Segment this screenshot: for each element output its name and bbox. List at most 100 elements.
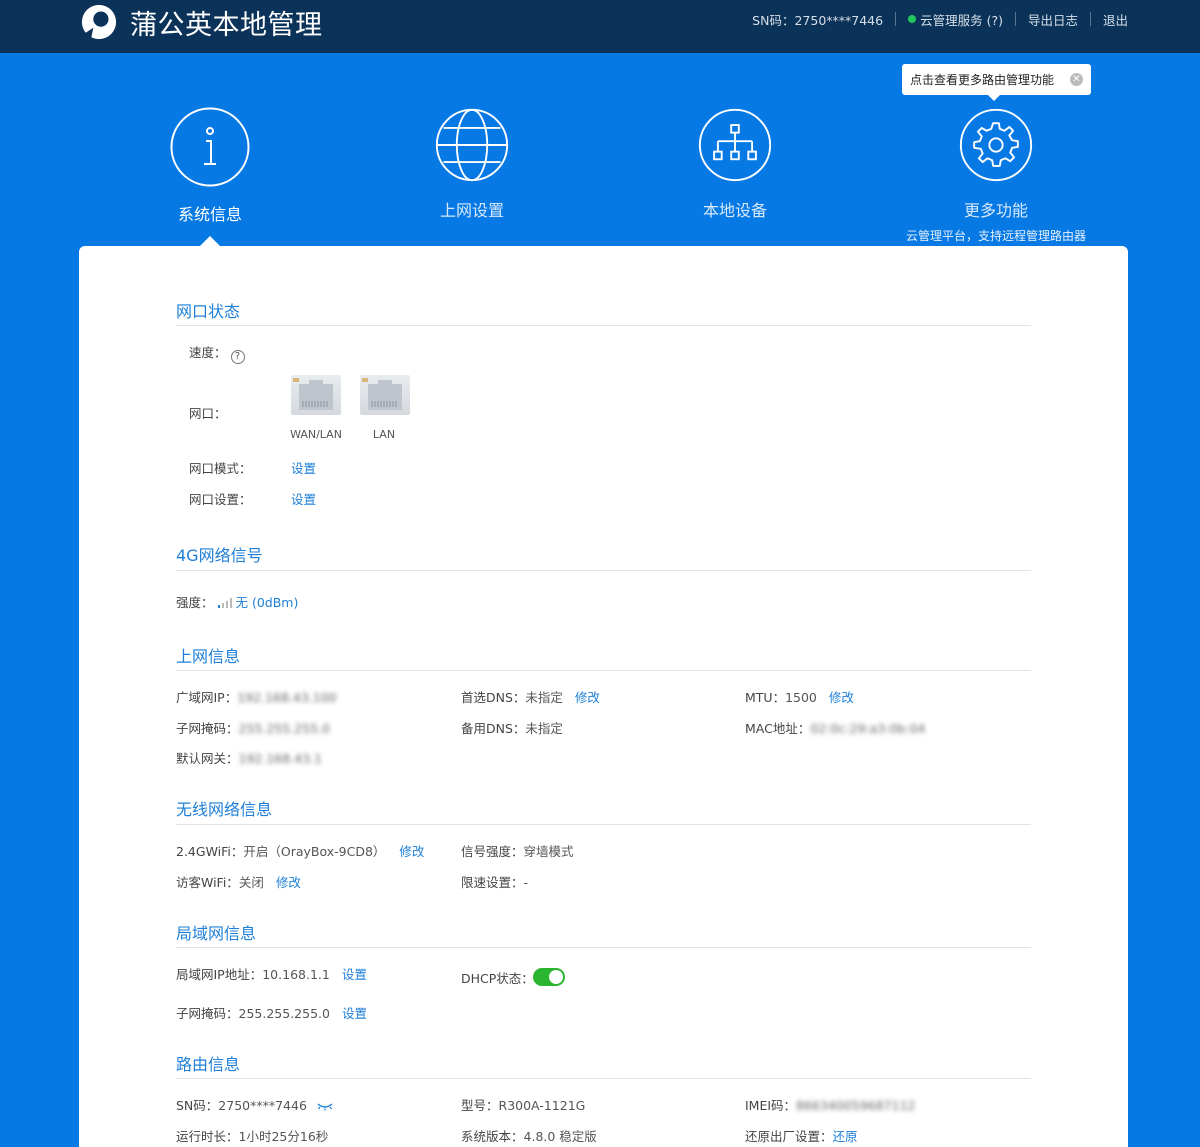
mac-value: 02:0c:29:a3:0b:04 <box>810 721 926 736</box>
port-mode-settings-link[interactable]: 设置 <box>291 458 316 477</box>
mtu-value: 1500 <box>785 690 817 705</box>
primary-dns-edit-link[interactable]: 修改 <box>575 690 600 705</box>
export-log-link[interactable]: 导出日志 <box>1028 10 1078 29</box>
imei-label: IMEI码： <box>745 1098 797 1113</box>
signal-bars-icon <box>217 598 232 608</box>
nav-local-devices[interactable]: 本地设备 <box>635 107 835 221</box>
mtu-edit-link[interactable]: 修改 <box>829 690 854 705</box>
port-mode-label: 网口模式： <box>189 461 252 476</box>
dandelion-logo-icon <box>81 4 117 40</box>
logout-link[interactable]: 退出 <box>1103 10 1128 29</box>
cloud-service-label: 云管理服务 (?) <box>920 12 1003 28</box>
wifi24-label: 2.4GWiFi： <box>176 844 244 859</box>
tooltip-text: 点击查看更多路由管理功能 <box>910 73 1055 87</box>
eye-icon[interactable] <box>317 1101 333 1111</box>
version-value: 4.8.0 稳定版 <box>523 1129 597 1144</box>
uptime-value: 1小时25分16秒 <box>238 1129 329 1144</box>
wan-ip-value: 192.168.43.100 <box>237 690 337 705</box>
lan-ip-row: 局域网IP地址：10.168.1.1 设置 <box>176 964 367 983</box>
dhcp-label: DHCP状态： <box>461 971 534 986</box>
model-value: R300A-1121G <box>498 1098 586 1113</box>
subnet-label: 子网掩码： <box>176 721 239 736</box>
app-title: 蒲公英本地管理 <box>130 9 323 41</box>
lan-ip-settings-link[interactable]: 设置 <box>342 967 367 982</box>
section-divider <box>176 570 1031 571</box>
signal-strength-value: 无 (0dBm) <box>235 595 299 610</box>
model-label: 型号： <box>461 1098 499 1113</box>
top-bar: 蒲公英本地管理 SN码：2750****7446 云管理服务 (?) 导出日志 … <box>0 0 1200 53</box>
nav-label: 系统信息 <box>177 205 242 224</box>
router-sn-value: 2750****7446 <box>218 1098 307 1113</box>
online-status-icon <box>908 15 917 23</box>
dhcp-toggle[interactable] <box>533 968 565 986</box>
mac-row: MAC地址：02:0c:29:a3:0b:04 <box>745 718 925 737</box>
speed-row: 速度：? <box>189 342 245 364</box>
port-settings-link[interactable]: 设置 <box>291 489 316 508</box>
port-settings-label: 网口设置： <box>189 492 252 507</box>
lan-ip-value: 10.168.1.1 <box>262 967 330 982</box>
section-divider <box>176 1078 1031 1079</box>
primary-dns-label: 首选DNS： <box>461 690 526 705</box>
secondary-dns-value: 未指定 <box>525 721 563 736</box>
section-title-wireless-info: 无线网络信息 <box>176 800 273 819</box>
section-title-lan-info: 局域网信息 <box>176 924 257 943</box>
lan-subnet-label: 子网掩码： <box>176 1006 239 1021</box>
cloud-service-link[interactable]: 云管理服务 (?) <box>908 10 1003 29</box>
ethernet-port-icon <box>362 378 402 410</box>
primary-dns-value: 未指定 <box>525 690 563 705</box>
secondary-dns-label: 备用DNS： <box>461 721 526 736</box>
section-title-4g-signal: 4G网络信号 <box>176 546 263 565</box>
factory-reset-row: 还原出厂设置：还原 <box>745 1126 858 1145</box>
globe-icon <box>435 108 509 182</box>
divider <box>895 12 897 26</box>
brand: 蒲公英本地管理 <box>80 2 323 42</box>
signal-strength-row: 强度： 无 (0dBm) <box>176 592 298 611</box>
nav-sub-label: 云管理平台，支持远程管理路由器 <box>905 229 1086 243</box>
section-divider <box>176 325 1031 326</box>
top-links: SN码：2750****7446 云管理服务 (?) 导出日志 退出 <box>752 10 1128 28</box>
router-sn-row: SN码：2750****7446 <box>176 1095 333 1114</box>
nav-internet-settings[interactable]: 上网设置 <box>372 107 572 221</box>
factory-reset-link[interactable]: 还原 <box>833 1129 858 1144</box>
section-divider <box>176 824 1031 825</box>
close-icon[interactable]: ✕ <box>1070 73 1083 86</box>
info-icon <box>170 107 250 187</box>
gear-icon <box>959 108 1033 182</box>
nav-label: 上网设置 <box>439 201 504 220</box>
secondary-dns-row: 备用DNS：未指定 <box>461 718 563 737</box>
wifi-signal-row: 信号强度：穿墙模式 <box>461 841 574 860</box>
signal-strength-label: 强度： <box>176 595 214 610</box>
lan-subnet-value: 255.255.255.0 <box>238 1006 330 1021</box>
help-icon[interactable]: ? <box>230 350 245 364</box>
nav-system-info[interactable]: 系统信息 <box>110 107 310 225</box>
nav-label: 本地设备 <box>702 201 767 220</box>
active-nav-indicator <box>200 236 220 246</box>
subnet-row: 子网掩码：255.255.255.0 <box>176 718 330 737</box>
wifi24-edit-link[interactable]: 修改 <box>399 844 424 859</box>
wan-ip-label: 广域网IP： <box>176 690 238 705</box>
wifi24-value: 开启（OrayBox-9CD8） <box>243 844 386 859</box>
port-name: LAN <box>372 428 396 441</box>
speed-limit-label: 限速设置： <box>461 875 524 890</box>
factory-reset-label: 还原出厂设置： <box>745 1129 833 1144</box>
speed-limit-row: 限速设置：- <box>461 872 528 891</box>
section-title-internet-info: 上网信息 <box>176 647 241 666</box>
guest-wifi-edit-link[interactable]: 修改 <box>276 875 301 890</box>
port-label: 网口： <box>189 406 227 421</box>
version-label: 系统版本： <box>461 1129 524 1144</box>
uptime-row: 运行时长：1小时25分16秒 <box>176 1126 328 1145</box>
speed-limit-value: - <box>523 875 529 890</box>
speed-label: 速度： <box>189 345 227 360</box>
model-row: 型号：R300A-1121G <box>461 1095 585 1114</box>
wifi-signal-value: 穿墙模式 <box>523 844 574 859</box>
lan-subnet-settings-link[interactable]: 设置 <box>342 1006 367 1021</box>
port-name: WAN/LAN <box>290 428 342 441</box>
guest-wifi-value: 关闭 <box>238 875 264 890</box>
nav-more-features[interactable]: 更多功能 云管理平台，支持远程管理路由器 <box>896 107 1096 244</box>
imei-value: 866340059687112 <box>796 1098 916 1113</box>
wan-ip-row: 广域网IP：192.168.43.100 <box>176 687 337 706</box>
version-row: 系统版本：4.8.0 稳定版 <box>461 1126 597 1145</box>
mtu-row: MTU：1500 修改 <box>745 687 854 706</box>
gateway-row: 默认网关：192.168.43.1 <box>176 748 322 767</box>
primary-dns-row: 首选DNS：未指定 修改 <box>461 687 600 706</box>
